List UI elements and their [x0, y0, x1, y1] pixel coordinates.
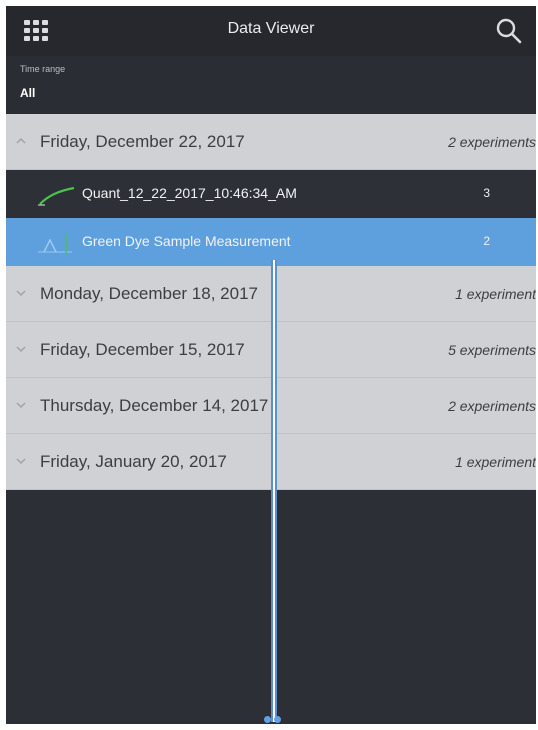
date-group-header[interactable]: Friday, December 22, 2017 2 experiments	[6, 114, 536, 170]
drag-handle-icon[interactable]	[264, 716, 286, 724]
group-count: 2 experiments	[448, 398, 536, 414]
pane-divider-handle[interactable]	[271, 260, 277, 722]
group-count: 5 experiments	[448, 342, 536, 358]
experiment-count: 2	[483, 234, 490, 248]
experiment-name: Green Dye Sample Measurement	[82, 233, 291, 249]
chevron-down-icon	[16, 402, 26, 408]
group-date: Friday, January 20, 2017	[40, 452, 227, 471]
group-date: Thursday, December 14, 2017	[40, 396, 269, 415]
page-title: Data Viewer	[227, 20, 315, 37]
group-date: Friday, December 15, 2017	[40, 340, 245, 359]
group-date: Monday, December 18, 2017	[40, 284, 258, 303]
experiment-count: 3	[483, 186, 490, 200]
curve-thumbnail-icon	[38, 186, 75, 206]
time-range-label: Time range	[20, 64, 66, 74]
chevron-up-icon	[16, 138, 26, 144]
chevron-down-icon	[16, 458, 26, 464]
chevron-down-icon	[16, 290, 26, 296]
data-viewer-app: Data Viewer Time range All Friday, Decem…	[6, 6, 536, 724]
group-date: Friday, December 22, 2017	[40, 132, 245, 151]
group-count: 1 experiment	[455, 286, 536, 302]
top-app-bar: Data Viewer	[6, 6, 536, 56]
experiment-row[interactable]: Quant_12_22_2017_10:46:34_AM 3	[6, 170, 536, 218]
experiment-row-selected[interactable]: Green Dye Sample Measurement 2	[6, 218, 536, 266]
search-icon[interactable]	[494, 16, 524, 46]
time-range-value: All	[20, 86, 36, 100]
group-count: 2 experiments	[448, 134, 536, 150]
experiment-name: Quant_12_22_2017_10:46:34_AM	[82, 185, 297, 201]
time-range-filter[interactable]: Time range All	[6, 56, 536, 114]
group-count: 1 experiment	[455, 454, 536, 470]
peak-thumbnail-icon	[38, 234, 72, 254]
chevron-down-icon	[16, 346, 26, 352]
